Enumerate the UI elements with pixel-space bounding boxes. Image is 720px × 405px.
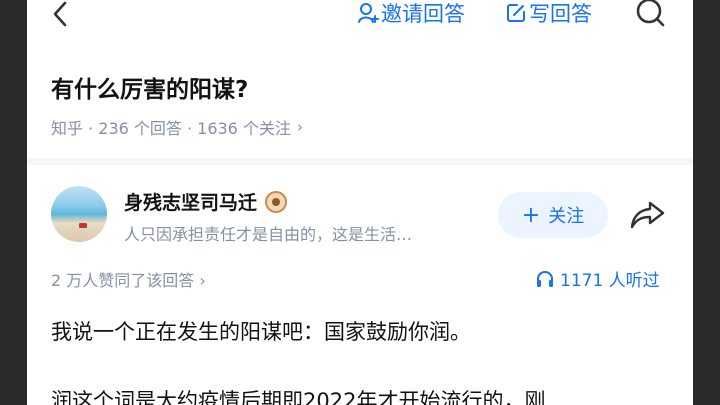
edit-icon (507, 4, 525, 22)
avatar[interactable] (51, 186, 107, 242)
author-name-text: 身残志坚司马迁 (124, 192, 258, 214)
invite-person-icon (358, 3, 379, 23)
share-icon (630, 201, 665, 229)
upvote-count[interactable]: 2 万人赞同了该回答 › (51, 267, 206, 291)
question-meta-text: 知乎 · 236 个回答 · 1636 个关注 (51, 119, 291, 138)
follow-button[interactable]: + 关注 (498, 192, 608, 238)
listen-count[interactable]: 1171 人听过 (536, 266, 660, 291)
question-meta[interactable]: 知乎 · 236 个回答 · 1636 个关注 › (51, 115, 303, 139)
answer-paragraph: 润这个词是大约疫情后期即2022年才开始流行的，刚 (51, 389, 546, 405)
answer-page: 邀请回答 写回答 有什么厉害的阳谋? 知乎 · 236 个回答 · 1636 个… (27, 0, 693, 405)
section-divider (27, 158, 693, 165)
back-button[interactable] (47, 0, 73, 28)
chevron-right-icon: › (296, 118, 303, 136)
write-answer-button[interactable]: 写回答 (505, 0, 592, 26)
back-arrow-icon (53, 1, 67, 27)
level-badge-icon (265, 190, 288, 213)
write-answer-label: 写回答 (529, 2, 592, 26)
answer-paragraph: 我说一个正在发生的阳谋吧：国家鼓励你润。 (51, 320, 471, 344)
follow-label: 关注 (548, 206, 585, 227)
plus-icon: + (521, 202, 541, 228)
invite-answer-button[interactable]: 邀请回答 (357, 0, 465, 26)
listen-count-text: 1171 人听过 (560, 271, 660, 291)
invite-answer-label: 邀请回答 (381, 2, 465, 26)
author-signature: 人只因承担责任才是自由的，这是生活… (124, 225, 413, 244)
avatar-boat-detail (79, 223, 87, 228)
search-button[interactable] (634, 0, 668, 28)
headphones-icon (537, 270, 553, 287)
search-icon (636, 0, 665, 27)
share-button[interactable] (630, 200, 666, 230)
question-title[interactable]: 有什么厉害的阳谋? (51, 70, 248, 104)
author-name[interactable]: 身残志坚司马迁 (124, 188, 288, 215)
top-bar: 邀请回答 写回答 (27, 0, 693, 30)
